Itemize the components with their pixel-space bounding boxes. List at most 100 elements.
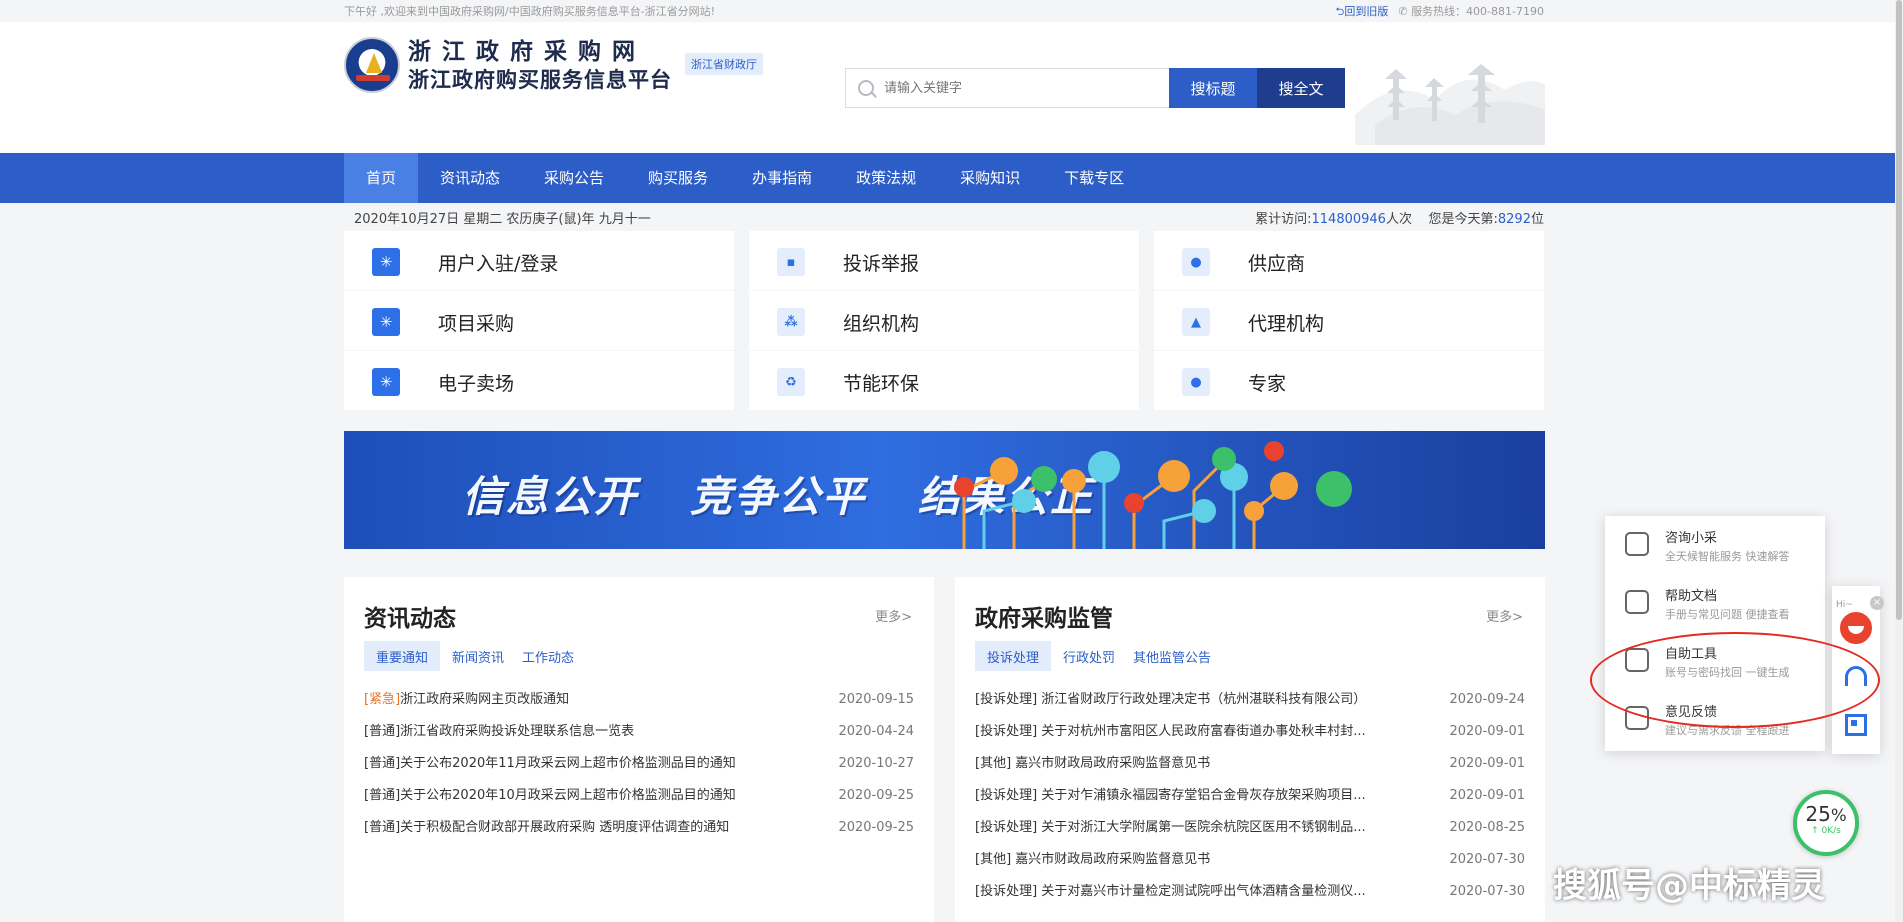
service-widget-item[interactable]: 咨询小采 全天候智能服务 快速解答 bbox=[1605, 516, 1825, 574]
service-widget-item[interactable]: 帮助文档 手册与常见问题 便捷查看 bbox=[1605, 574, 1825, 632]
tab-important-notice[interactable]: 重要通知 bbox=[364, 641, 441, 671]
nav-item[interactable]: 下载专区 bbox=[1042, 153, 1146, 203]
top-strip: 下午好 ,欢迎来到中国政府采购网/中国政府购买服务信息平台-浙江省分网站! ⮌回… bbox=[0, 0, 1903, 22]
news-title: 浙江省政府采购投诉处理联系信息一览表 bbox=[400, 724, 635, 739]
tab-other-notices[interactable]: 其他监管公告 bbox=[1127, 641, 1217, 671]
search-input[interactable] bbox=[884, 77, 1154, 99]
org-chart-icon: ⁂ bbox=[777, 308, 805, 336]
nav-item[interactable]: 办事指南 bbox=[730, 153, 834, 203]
top-strip-right: ⮌回到旧版 ✆ 服务热线：400-881-7190 bbox=[1336, 3, 1544, 22]
supervision-item[interactable]: [投诉处理] 关于对乍浦镇永福园寄存堂铝合金骨灰存放架采购项目... 2020-0… bbox=[975, 780, 1525, 812]
service-widget-item[interactable]: 自助工具 账号与密码找回 一键生成 bbox=[1605, 632, 1825, 690]
news-tabs: 重要通知 新闻资讯 工作动态 bbox=[364, 641, 580, 671]
speed-percent: 25 bbox=[1805, 802, 1831, 826]
news-item[interactable]: [普通]关于公布2020年11月政采云网上超市价格监测品目的通知 2020-10-… bbox=[364, 748, 914, 780]
nav-item[interactable]: 购买服务 bbox=[626, 153, 730, 203]
quick-link-label: 供应商 bbox=[1248, 253, 1306, 275]
supervision-date: 2020-09-01 bbox=[1449, 756, 1525, 771]
quick-link[interactable]: ▲ 代理机构 bbox=[1154, 291, 1544, 350]
supervision-date: 2020-09-01 bbox=[1449, 788, 1525, 803]
hotline: ✆ 服务热线：400-881-7190 bbox=[1398, 5, 1544, 18]
snowflake-icon: ✳ bbox=[372, 368, 400, 396]
supervision-title: [投诉处理] 关于对乍浦镇永福园寄存堂铝合金骨灰存放架采购项目... bbox=[975, 788, 1366, 803]
banner-slogan: 竞争公平 bbox=[690, 472, 867, 521]
search-icon bbox=[858, 80, 874, 96]
building-icon: ▲ bbox=[1182, 308, 1210, 336]
slogan-banner[interactable]: 信息公开 竞争公平 结果公正 bbox=[344, 431, 1545, 549]
quick-link-label: 组织机构 bbox=[843, 313, 920, 335]
nav-item[interactable]: 首页 bbox=[344, 153, 419, 203]
supervision-date: 2020-09-24 bbox=[1449, 692, 1525, 707]
mascot-greeting: Hi~ bbox=[1836, 600, 1853, 610]
supervision-more-link[interactable]: 更多> bbox=[1486, 606, 1523, 625]
chat-icon: ▪ bbox=[777, 248, 805, 276]
supervision-date: 2020-07-30 bbox=[1449, 884, 1525, 899]
quick-links-grid: ✳ 用户入驻/登录 ▪ 投诉举报 ● 供应商 ✳ 项目采购 ⁂ 组织机构 ▲ 代理机构 ✳ 电子卖场 ♻ 节能… bbox=[344, 231, 1545, 410]
tab-admin-penalty[interactable]: 行政处罚 bbox=[1057, 641, 1121, 671]
supervision-title: [其他] 嘉兴市财政局政府采购监督意见书 bbox=[975, 852, 1211, 867]
service-widget-item[interactable]: 意见反馈 建议与需求反馈 全程跟进 bbox=[1605, 690, 1825, 748]
visit-count: 114800946 bbox=[1311, 212, 1386, 227]
tab-complaint-handling[interactable]: 投诉处理 bbox=[975, 641, 1052, 671]
watermark: 搜狐号@中标精灵 bbox=[1553, 866, 1825, 906]
page-scrollbar[interactable] bbox=[1895, 0, 1903, 922]
news-more-link[interactable]: 更多> bbox=[875, 606, 912, 625]
network-speed-meter[interactable]: 25% ↑ 0K/s bbox=[1793, 790, 1859, 856]
nav-item[interactable]: 采购知识 bbox=[938, 153, 1042, 203]
site-logo[interactable] bbox=[344, 37, 400, 93]
service-widget-panel: 咨询小采 全天候智能服务 快速解答 帮助文档 手册与常见问题 便捷查看 自助工具 账号与密… bbox=[1605, 516, 1825, 751]
scrollbar-thumb[interactable] bbox=[1896, 0, 1902, 620]
tab-work-updates[interactable]: 工作动态 bbox=[516, 641, 580, 671]
supervision-item[interactable]: [投诉处理] 关于对杭州市富阳区人民政府富春街道办事处秋丰村封... 2020-0… bbox=[975, 716, 1525, 748]
supervision-panel-title: 政府采购监管 bbox=[975, 606, 1113, 632]
quick-link[interactable]: ♻ 节能环保 bbox=[749, 351, 1139, 410]
close-icon[interactable]: × bbox=[1870, 596, 1884, 610]
quick-link[interactable]: ⁂ 组织机构 bbox=[749, 291, 1139, 350]
quick-link[interactable]: ✳ 项目采购 bbox=[344, 291, 734, 350]
supervision-item[interactable]: [投诉处理] 关于对浙江大学附属第一医院余杭院区医用不锈钢制品... 2020-0… bbox=[975, 812, 1525, 844]
supervision-item[interactable]: [其他] 嘉兴市财政局政府采购监督意见书 2020-09-01 bbox=[975, 748, 1525, 780]
nav-list: 首页 资讯动态 采购公告 购买服务 办事指南 政策法规 采购知识 下载专区 bbox=[344, 153, 1146, 203]
news-title: 关于积极配合财政部开展政府采购 透明度评估调查的通知 bbox=[400, 820, 730, 835]
pen-icon bbox=[1625, 706, 1649, 730]
supervision-item[interactable]: [其他] 嘉兴市财政局政府采购监督意见书 2020-07-30 bbox=[975, 844, 1525, 876]
supervision-date: 2020-08-25 bbox=[1449, 820, 1525, 835]
user-icon: ● bbox=[1182, 248, 1210, 276]
quick-link[interactable]: ● 供应商 bbox=[1154, 231, 1544, 290]
quick-link[interactable]: ▪ 投诉举报 bbox=[749, 231, 1139, 290]
site-subtitle: 浙江政府购买服务信息平台 bbox=[408, 68, 672, 92]
news-item[interactable]: [普通]关于公布2020年10月政采云网上超市价格监测品目的通知 2020-09-… bbox=[364, 780, 914, 812]
quick-link-label: 投诉举报 bbox=[843, 253, 920, 275]
cube-icon bbox=[1625, 648, 1649, 672]
search-fulltext-button[interactable]: 搜全文 bbox=[1257, 68, 1345, 108]
qr-code-icon[interactable] bbox=[1845, 714, 1867, 736]
quick-link[interactable]: ✳ 用户入驻/登录 bbox=[344, 231, 734, 290]
search-title-button[interactable]: 搜标题 bbox=[1169, 68, 1257, 108]
nav-item[interactable]: 资讯动态 bbox=[418, 153, 522, 203]
news-item[interactable]: [普通]关于积极配合财政部开展政府采购 透明度评估调查的通知 2020-09-25 bbox=[364, 812, 914, 844]
quick-link[interactable]: ✳ 电子卖场 bbox=[344, 351, 734, 410]
welcome-text: 下午好 ,欢迎来到中国政府采购网/中国政府购买服务信息平台-浙江省分网站! bbox=[344, 5, 716, 18]
news-item[interactable]: [紧急]浙江政府采购网主页改版通知 2020-09-15 bbox=[364, 684, 914, 716]
dept-badge[interactable]: 浙江省财政厅 bbox=[685, 53, 763, 75]
headset-icon[interactable] bbox=[1845, 666, 1867, 686]
news-item[interactable]: [普通]浙江省政府采购投诉处理联系信息一览表 2020-04-24 bbox=[364, 716, 914, 748]
pagoda-decoration bbox=[1355, 64, 1545, 145]
news-date: 2020-09-15 bbox=[838, 692, 914, 707]
supervision-item[interactable]: [投诉处理] 关于对嘉兴市计量检定测试院呼出气体酒精含量检测仪... 2020-0… bbox=[975, 876, 1525, 908]
snowflake-icon: ✳ bbox=[372, 308, 400, 336]
folder-icon bbox=[1625, 590, 1649, 614]
service-item-desc: 账号与密码找回 一键生成 bbox=[1665, 666, 1790, 679]
supervision-tabs: 投诉处理 行政处罚 其他监管公告 bbox=[975, 641, 1217, 671]
supervision-panel: 政府采购监管 更多> 投诉处理 行政处罚 其他监管公告 [投诉处理] 浙江省财政… bbox=[955, 577, 1545, 922]
back-to-old-link[interactable]: ⮌回到旧版 bbox=[1336, 3, 1389, 22]
news-title: 关于公布2020年11月政采云网上超市价格监测品目的通知 bbox=[400, 756, 736, 771]
speed-rate: ↑ 0K/s bbox=[1811, 826, 1841, 836]
mascot-avatar[interactable] bbox=[1838, 610, 1874, 646]
service-item-title: 意见反馈 bbox=[1665, 705, 1718, 720]
nav-item[interactable]: 政策法规 bbox=[834, 153, 938, 203]
tab-news[interactable]: 新闻资讯 bbox=[446, 641, 510, 671]
quick-link[interactable]: ● 专家 bbox=[1154, 351, 1544, 410]
supervision-item[interactable]: [投诉处理] 浙江省财政厅行政处理决定书（杭州湛联科技有限公司） 2020-09-… bbox=[975, 684, 1525, 716]
nav-item[interactable]: 采购公告 bbox=[522, 153, 626, 203]
